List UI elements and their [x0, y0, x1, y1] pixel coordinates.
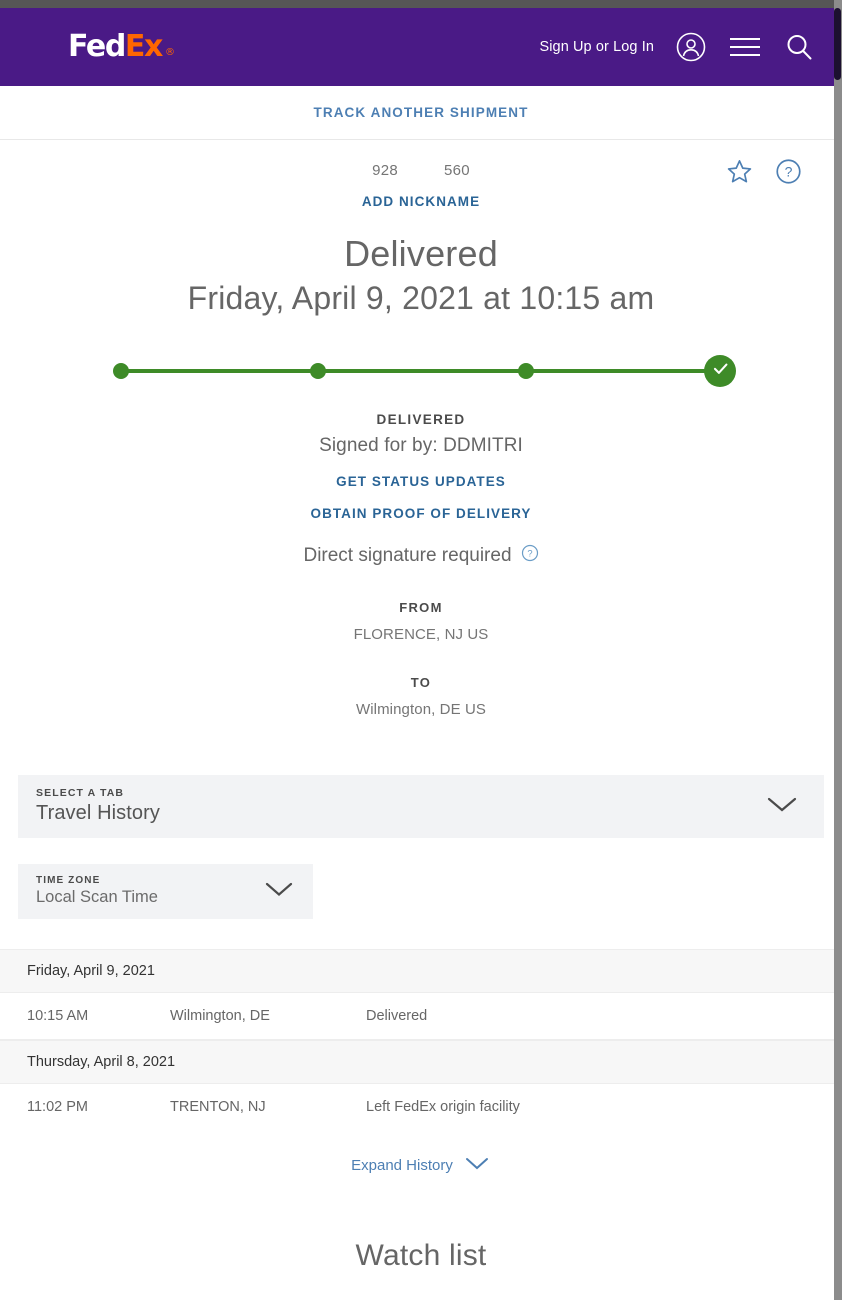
logo-ex-text: Ex — [124, 29, 163, 64]
account-circle-icon[interactable] — [676, 32, 706, 62]
status-datetime: Friday, April 9, 2021 at 10:15 am — [187, 280, 655, 316]
time-zone-value: Local Scan Time — [36, 888, 158, 907]
travel-history-table: Friday, April 9, 2021 10:15 AM Wilmingto… — [0, 948, 842, 1177]
scrollbar[interactable] — [834, 0, 842, 1300]
expand-history-link[interactable]: Expand History — [351, 1157, 453, 1174]
select-a-tab-value: Travel History — [36, 802, 161, 825]
progress-node-2 — [310, 362, 326, 379]
table-row: 10:15 AM Wilmington, DE Delivered — [0, 993, 842, 1040]
from-value: FLORENCE, NJ US — [353, 625, 489, 643]
track-another-shipment-link[interactable]: TRACK ANOTHER SHIPMENT — [314, 105, 529, 120]
search-icon[interactable] — [784, 32, 814, 62]
tracking-number: 928 560 — [372, 162, 470, 179]
shipment-progress-bar — [106, 354, 736, 388]
add-nickname-link[interactable]: ADD NICKNAME — [0, 194, 842, 209]
progress-node-3 — [518, 362, 534, 379]
shipment-corner-actions: ? — [726, 158, 802, 190]
check-icon — [711, 359, 730, 383]
history-location: TRENTON, NJ — [170, 1098, 266, 1115]
help-circle-icon[interactable]: ? — [775, 158, 802, 190]
sign-up-or-log-in-label[interactable]: Sign Up or Log In — [539, 39, 654, 55]
get-status-updates-link[interactable]: GET STATUS UPDATES — [0, 474, 842, 489]
to-label: TO — [410, 674, 432, 690]
select-a-tab-label: SELECT A TAB — [36, 787, 125, 800]
logo-registered-mark: ® — [164, 47, 175, 58]
chevron-down-icon[interactable] — [762, 792, 802, 821]
select-a-tab-dropdown[interactable]: SELECT A TAB Travel History — [18, 774, 824, 838]
history-date-header: Thursday, April 8, 2021 — [0, 1039, 842, 1084]
fedex-logo[interactable]: Fed Ex ® — [68, 29, 175, 64]
from-label: FROM — [399, 599, 443, 615]
fedex-tracking-page: Fed Ex ® Sign Up or Log In TRACK ANOTHER… — [0, 0, 842, 1300]
tracking-number-part-1: 928 — [372, 162, 398, 179]
obtain-proof-of-delivery-link[interactable]: OBTAIN PROOF OF DELIVERY — [0, 506, 842, 521]
chevron-down-icon[interactable] — [261, 878, 297, 905]
header-actions: Sign Up or Log In — [539, 32, 814, 62]
site-header: Fed Ex ® Sign Up or Log In — [0, 8, 842, 86]
signature-requirement-text: Direct signature required — [303, 544, 512, 566]
svg-text:?: ? — [785, 164, 793, 180]
history-time: 11:02 PM — [27, 1098, 88, 1115]
expand-history-control[interactable]: Expand History — [0, 1155, 842, 1177]
history-status: Delivered — [366, 1007, 428, 1024]
star-outline-icon[interactable] — [726, 158, 753, 190]
delivery-details: DELIVERED Signed for by: DDMITRI GET STA… — [0, 412, 842, 568]
history-time: 10:15 AM — [27, 1007, 89, 1024]
signature-requirement: Direct signature required ? — [0, 544, 842, 568]
status-headline: Delivered Friday, April 9, 2021 at 10:15… — [0, 231, 842, 320]
status-word: Delivered — [344, 233, 498, 274]
time-zone-dropdown[interactable]: TIME ZONE Local Scan Time — [18, 863, 313, 919]
to-value: Wilmington, DE US — [355, 700, 487, 718]
progress-track — [121, 368, 721, 373]
logo-fed-text: Fed — [68, 29, 126, 64]
hamburger-menu-icon[interactable] — [728, 34, 762, 60]
watch-list-title: Watch list — [355, 1238, 487, 1272]
watch-list-section: Watch list You do not currently have any… — [0, 1239, 842, 1300]
table-row: 11:02 PM TRENTON, NJ Left FedEx origin f… — [0, 1084, 842, 1130]
signed-for-text: Signed for by: DDMITRI — [319, 434, 523, 456]
tracking-number-section: 928 560 ADD NICKNAME ? — [0, 140, 842, 209]
delivered-label: DELIVERED — [376, 411, 466, 427]
progress-node-1 — [113, 362, 129, 379]
track-another-shipment-bar: TRACK ANOTHER SHIPMENT — [0, 86, 842, 140]
browser-top-strip — [0, 0, 842, 8]
scrollbar-thumb[interactable] — [834, 8, 841, 80]
svg-text:?: ? — [527, 548, 532, 558]
from-to-section: FROM FLORENCE, NJ US TO Wilmington, DE U… — [0, 600, 842, 718]
chevron-down-icon[interactable] — [463, 1155, 491, 1177]
signature-help-circle-icon[interactable]: ? — [521, 544, 539, 568]
history-status: Left FedEx origin facility — [366, 1098, 520, 1115]
tracking-number-part-2: 560 — [444, 162, 470, 179]
history-date-header: Friday, April 9, 2021 — [0, 948, 842, 993]
progress-node-delivered — [704, 354, 736, 387]
time-zone-label: TIME ZONE — [36, 875, 101, 887]
history-location: Wilmington, DE — [170, 1007, 270, 1024]
